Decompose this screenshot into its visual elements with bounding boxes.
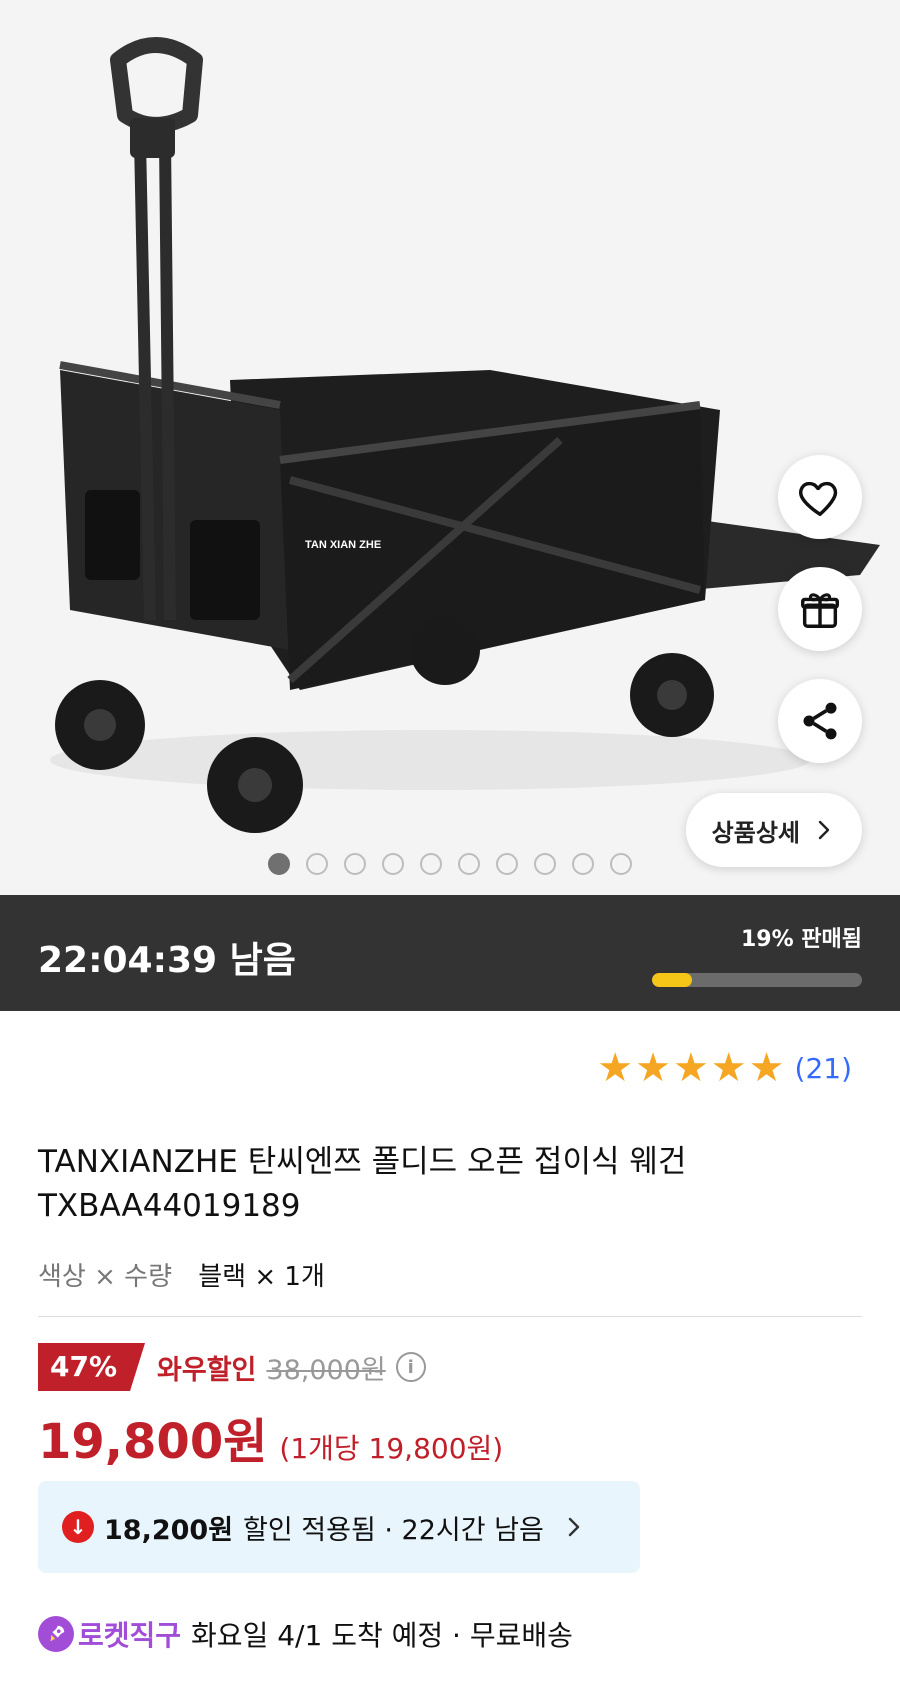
original-price: 38,000원 — [266, 1354, 386, 1386]
share-button[interactable] — [778, 679, 862, 763]
discount-row: 47% 와우할인 38,000원 i — [38, 1343, 426, 1391]
sale-price: 19,800원 — [38, 1414, 268, 1470]
coupon-text: 할인 적용됨 · 22시간 남음 — [243, 1514, 544, 1546]
brand-logo-text: TAN XIAN ZHE — [305, 539, 381, 551]
sold-progress-fill — [652, 973, 692, 987]
option-summary[interactable]: 색상 × 수량 블랙 × 1개 — [38, 1256, 325, 1293]
pagination-dot[interactable] — [458, 853, 480, 875]
product-image: TAN XIAN ZHE — [50, 37, 880, 833]
delivery-date-text: 화요일 4/1 도착 예정 · 무료배송 — [191, 1619, 573, 1652]
pagination-dot[interactable] — [344, 853, 366, 875]
deal-countdown: 22:04:39 남음 — [38, 940, 296, 981]
gift-button[interactable] — [778, 567, 862, 651]
rating-summary[interactable]: ★ ★ ★ ★ ★ (21) — [597, 1048, 852, 1088]
star-icon: ★ — [597, 1045, 634, 1091]
star-icon: ★ — [672, 1045, 709, 1091]
coupon-amount: 18,200원 — [104, 1514, 234, 1546]
info-icon[interactable]: i — [395, 1352, 426, 1382]
pagination-dot[interactable] — [496, 853, 518, 875]
option-label: 색상 × 수량 — [38, 1262, 172, 1292]
product-image-gallery[interactable]: TAN XIAN ZHE 상품상세 — [0, 0, 900, 895]
chevron-right-icon — [818, 820, 830, 840]
gift-icon — [801, 593, 839, 628]
heart-icon — [799, 481, 838, 516]
star-icon: ★ — [748, 1045, 785, 1091]
image-pagination — [268, 853, 632, 875]
deal-timer-bar: 22:04:39 남음 19% 판매됨 — [0, 895, 900, 1011]
rocket-icon — [38, 1616, 74, 1652]
pagination-dot-active[interactable] — [268, 853, 290, 875]
pagination-dot[interactable] — [572, 853, 594, 875]
wishlist-button[interactable] — [778, 455, 862, 539]
star-icon: ★ — [635, 1045, 671, 1091]
discount-badge: 47% — [38, 1343, 146, 1391]
product-title: TANXIANZHE 탄씨엔쯔 폴디드 오픈 접이식 웨건 TXBAA44019… — [38, 1144, 687, 1224]
pagination-dot[interactable] — [534, 853, 556, 875]
product-detail-button[interactable]: 상품상세 — [685, 793, 862, 867]
star-rating: ★ ★ ★ ★ ★ — [597, 1048, 784, 1088]
pagination-dot[interactable] — [306, 853, 328, 875]
pagination-dot[interactable] — [420, 853, 442, 875]
pagination-dot[interactable] — [610, 853, 632, 875]
coupon-banner[interactable]: ↓ 18,200원 할인 적용됨 · 22시간 남음 — [38, 1481, 640, 1573]
share-icon — [803, 702, 837, 740]
arrow-down-icon: ↓ — [62, 1511, 94, 1543]
price-row: 19,800원 (1개당 19,800원) — [38, 1402, 503, 1472]
wow-discount-label: 와우할인 — [157, 1354, 257, 1386]
delivery-info: 로켓직구 화요일 4/1 도착 예정 · 무료배송 — [38, 1614, 573, 1654]
chevron-right-icon — [568, 1517, 580, 1537]
product-detail-label: 상품상세 — [711, 818, 800, 847]
star-icon: ★ — [710, 1045, 747, 1091]
sold-progress-bar — [652, 973, 862, 987]
divider — [38, 1316, 862, 1317]
option-value: 블랙 × 1개 — [198, 1262, 325, 1292]
pagination-dot[interactable] — [382, 853, 404, 875]
rocket-delivery-label: 로켓직구 — [78, 1619, 182, 1652]
unit-price: (1개당 19,800원) — [279, 1432, 504, 1465]
sold-percentage: 19% 판매됨 — [740, 927, 862, 952]
review-count-link[interactable]: (21) — [795, 1052, 852, 1085]
